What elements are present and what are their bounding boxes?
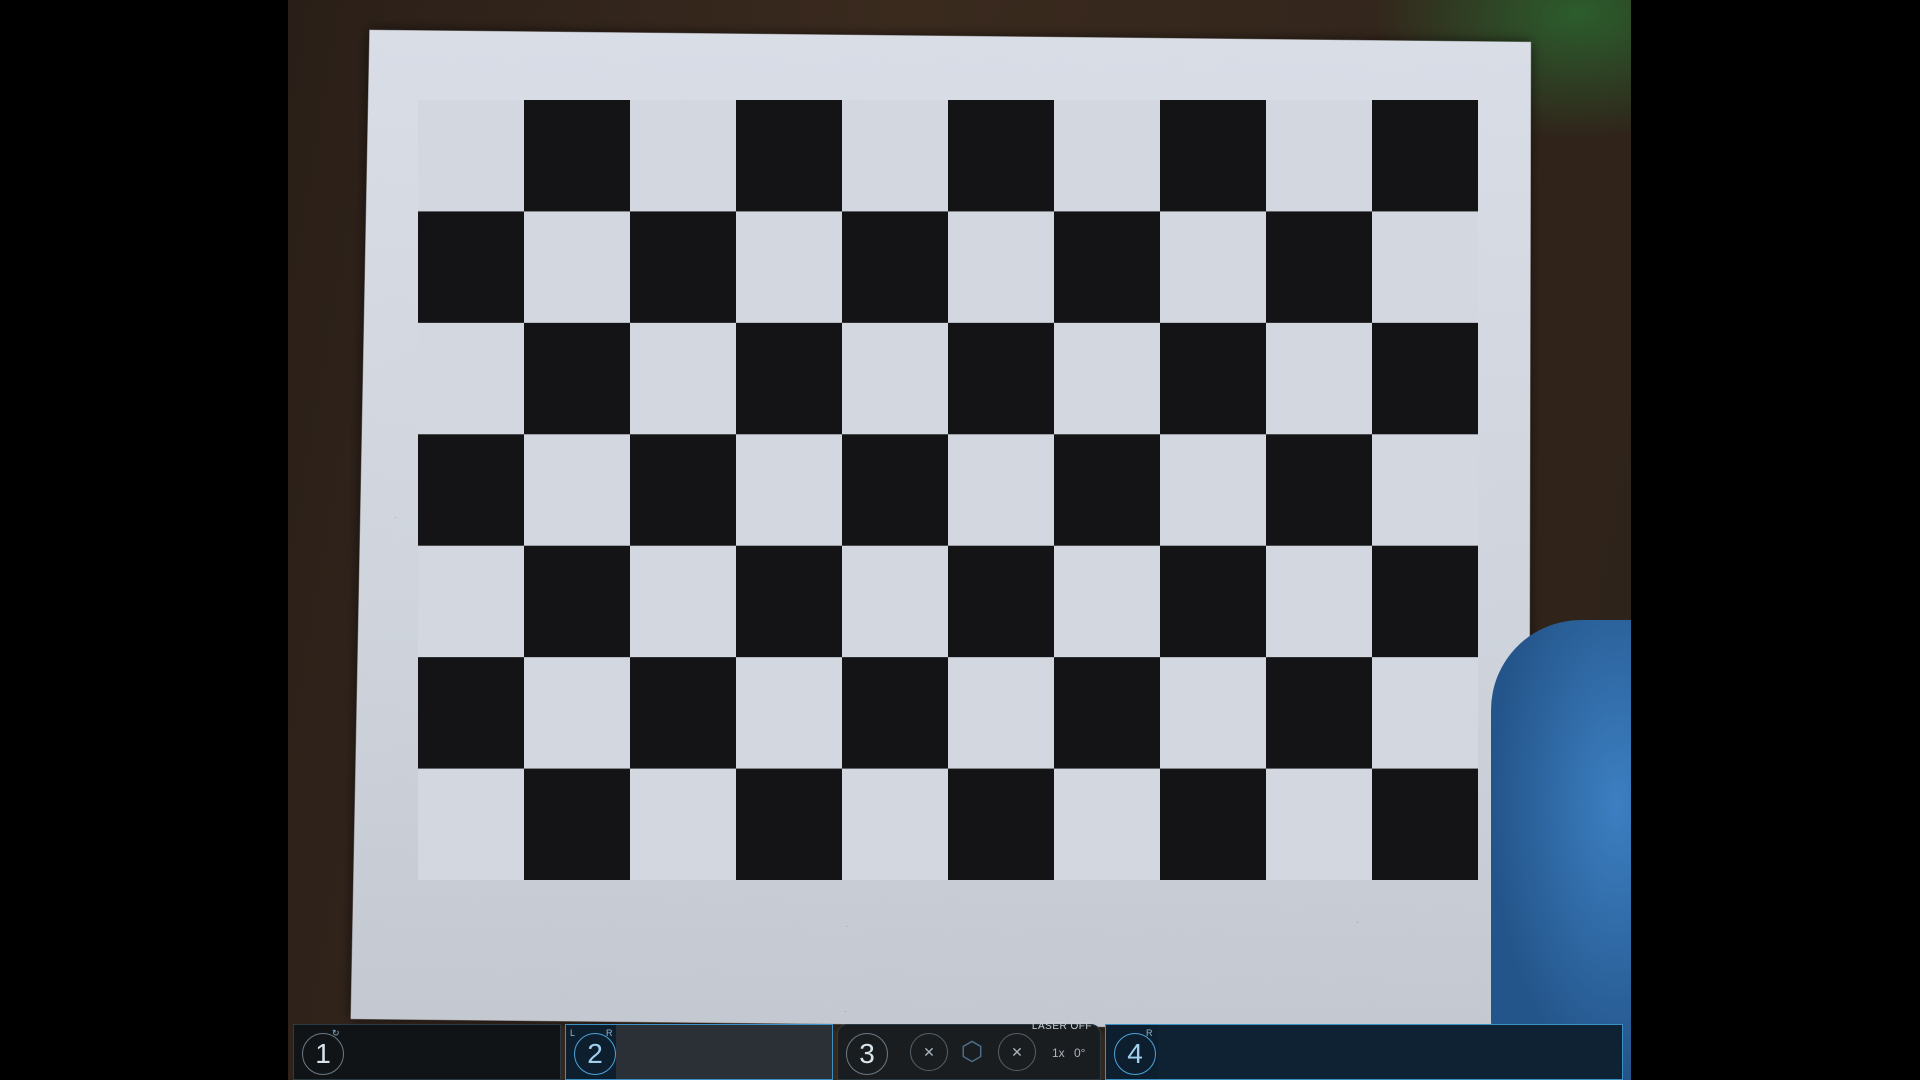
checker-square — [1160, 100, 1266, 212]
checker-square — [524, 545, 630, 658]
checker-square — [1372, 768, 1478, 880]
checker-square — [1160, 545, 1266, 658]
checker-square — [842, 657, 948, 769]
checker-square — [1160, 768, 1266, 880]
checker-square — [630, 657, 736, 769]
checker-square — [1372, 545, 1478, 658]
checker-square — [1372, 322, 1478, 435]
checker-square — [736, 545, 842, 658]
checker-square — [948, 768, 1054, 880]
left-tag: L — [570, 1028, 576, 1038]
camera-number-2: 2 — [574, 1033, 616, 1075]
checker-square — [630, 211, 736, 323]
camera-panel-4[interactable]: R 4 — [1105, 1024, 1623, 1080]
target-icon[interactable]: ✕ — [998, 1033, 1036, 1071]
checker-square — [418, 657, 524, 769]
laser-status: LASER OFF — [1031, 1021, 1092, 1032]
checker-square — [736, 100, 842, 212]
checker-square — [948, 100, 1054, 212]
checker-square — [842, 211, 948, 323]
checker-square — [1054, 211, 1160, 323]
checker-square — [948, 322, 1054, 435]
camera-4-preview — [1158, 1025, 1622, 1079]
zoom-level: 1x — [1052, 1046, 1065, 1060]
checker-square — [418, 211, 524, 323]
camera-2-preview — [616, 1025, 832, 1079]
checker-square — [1266, 211, 1372, 323]
checker-square — [948, 545, 1054, 658]
camera-number-3: 3 — [846, 1033, 888, 1075]
hand-blue-sleeve — [1491, 620, 1631, 1080]
angle-readout: 0° — [1074, 1046, 1086, 1060]
camera-number-1: 1 — [302, 1033, 344, 1075]
refresh-icon: ↻ — [332, 1028, 340, 1038]
checker-square — [736, 322, 842, 435]
checker-square — [524, 322, 630, 435]
checker-square — [418, 434, 524, 546]
checker-square — [1054, 434, 1160, 546]
camera-panel-1[interactable]: 1 ↻ — [293, 1024, 561, 1080]
checker-square — [524, 100, 630, 212]
camera-panel-2[interactable]: L R 2 — [565, 1024, 833, 1080]
crosshair-icon[interactable]: ✕ — [910, 1033, 948, 1071]
camera-panel-3[interactable]: 3 LASER OFF ✕ ⬡ ✕ 1x 0° — [837, 1021, 1101, 1080]
checkerboard — [418, 100, 1478, 880]
checker-square — [1266, 434, 1372, 546]
checker-square — [1160, 322, 1266, 435]
checker-square — [736, 768, 842, 880]
checker-square — [1054, 657, 1160, 769]
camera-number-4: 4 — [1114, 1033, 1156, 1075]
checker-square — [1266, 657, 1372, 769]
checker-square — [630, 434, 736, 546]
checker-square — [1372, 100, 1478, 212]
checker-square — [842, 434, 948, 546]
hexagon-icon[interactable]: ⬡ — [954, 1033, 990, 1069]
camera-hud-bar: 1 ↻ L R 2 3 LASER OFF ✕ ⬡ ✕ 1x 0° R 4 — [293, 1021, 1623, 1080]
camera-viewport — [288, 0, 1631, 1080]
checker-square — [524, 768, 630, 880]
